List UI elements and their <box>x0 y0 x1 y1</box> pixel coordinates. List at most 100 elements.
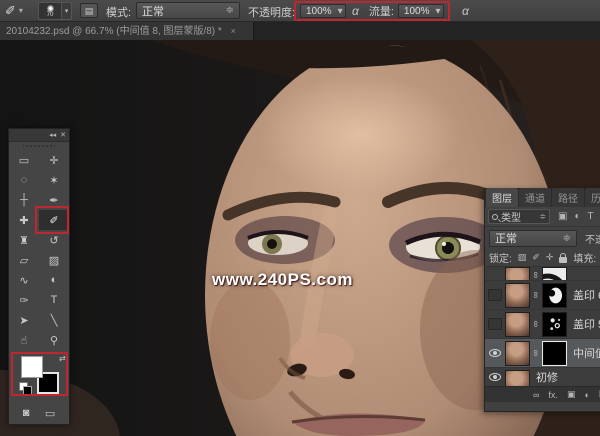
foreground-color-swatch[interactable] <box>21 356 43 378</box>
layer-mask-thumbnail[interactable] <box>542 341 567 366</box>
lock-transparent-icon[interactable]: ▨ <box>518 252 527 263</box>
tool-history-brush[interactable]: ↺ <box>39 230 69 250</box>
tool-move[interactable]: ✛ <box>39 150 69 170</box>
airbrush-opacity-icon[interactable]: α <box>352 4 359 18</box>
flow-label: 流量: <box>369 3 394 19</box>
tool-clone-stamp[interactable]: ♜ <box>9 230 39 250</box>
tool-pen[interactable]: ✑ <box>9 290 39 310</box>
layer-thumbnail[interactable] <box>505 370 530 387</box>
brush-icon: ✐ <box>5 3 16 18</box>
toolbox-grip[interactable] <box>23 143 55 149</box>
clone-stamp-icon: ♜ <box>19 234 29 247</box>
visibility-cell[interactable] <box>485 349 505 357</box>
watermark-text: www.240PS.com <box>212 270 353 290</box>
link-icon: ∞ <box>531 347 541 359</box>
tool-healing-brush[interactable]: ✚ <box>9 210 39 230</box>
layer-mask-thumbnail[interactable] <box>542 312 567 337</box>
layer-thumbnail[interactable] <box>505 267 530 281</box>
current-tool-icon[interactable]: ✐▾ <box>5 3 23 19</box>
spinner-icon: ≑ <box>557 233 571 244</box>
smudge-icon: ∿ <box>19 274 28 287</box>
options-bar: ✐▾ 70 ▾ ▤ 模式: 正常 ≑ 不透明度: 100% ▾ α 流量: 10… <box>0 0 600 22</box>
type-filter-icon[interactable]: T <box>588 211 594 222</box>
tab-layers[interactable]: 图层 <box>486 188 518 207</box>
tool-dodge[interactable]: ◐ <box>39 270 69 290</box>
brush-preset-picker[interactable]: 70 ▾ <box>38 2 72 20</box>
tab-history[interactable]: 历史记录 <box>585 188 600 207</box>
adjustment-filter-icon[interactable]: ◐ <box>574 211 580 222</box>
tool-type[interactable]: T <box>39 290 69 310</box>
tab-channels[interactable]: 通道 <box>519 188 551 207</box>
pixel-filter-icon[interactable]: ▣ <box>558 211 567 222</box>
default-colors-icon[interactable] <box>19 382 28 391</box>
tool-eyedropper[interactable]: ✒ <box>39 190 69 210</box>
link-layers-icon[interactable]: ∞ <box>533 390 539 400</box>
tool-path-select[interactable]: ➤ <box>9 310 39 330</box>
quick-mask-button[interactable]: ◙ <box>23 407 30 419</box>
hand-icon: ☝ <box>21 334 28 347</box>
lock-pixels-icon[interactable]: ✐ <box>532 252 540 263</box>
eye-icon[interactable] <box>489 373 501 381</box>
layer-style-icon[interactable]: fx. <box>548 390 558 400</box>
document-tab[interactable]: 20104232.psd @ 66.7% (中间值 8, 图层蒙版/8) * × <box>0 22 254 40</box>
tool-rect-marquee[interactable]: ▭ <box>9 150 39 170</box>
layer-row-zhongjianzhi[interactable]: ∞ 中间值 <box>485 339 600 368</box>
layer-mask-thumbnail[interactable] <box>542 267 567 281</box>
add-mask-icon[interactable]: ▣ <box>567 389 576 400</box>
chevron-down-icon: ▾ <box>429 6 440 17</box>
flow-dropdown[interactable]: 100% ▾ <box>398 4 444 18</box>
layer-thumbnail[interactable] <box>505 312 530 337</box>
lock-all-icon[interactable] <box>559 257 567 263</box>
swap-colors-icon[interactable]: ⇄ <box>59 354 66 363</box>
tool-line-shape[interactable]: ╲ <box>39 310 69 330</box>
layer-row-chuxiu[interactable]: 初修 <box>485 368 600 386</box>
tab-paths[interactable]: 路径 <box>552 188 584 207</box>
dodge-icon: ◐ <box>51 274 58 286</box>
blend-mode-row: 正常 ≑ 不透明度: <box>485 227 600 249</box>
document-title: 20104232.psd @ 66.7% (中间值 8, 图层蒙版/8) * <box>6 26 222 37</box>
close-panel-icon[interactable]: ✕ <box>60 131 66 139</box>
forehead-highlight <box>260 75 460 195</box>
screen-mode-button[interactable]: ▭ <box>45 407 55 420</box>
layer-row-gaiyin6[interactable]: ∞ 盖印 6 <box>485 281 600 310</box>
opacity-dropdown[interactable]: 100% ▾ <box>300 4 346 18</box>
layer-name[interactable]: 初修 <box>536 369 558 385</box>
tool-lasso[interactable]: ◌ <box>9 170 39 190</box>
layers-panel: 图层 通道 路径 历史记录 类型 ≑ ▣ ◐ T 正常 ≑ 不透明度: <box>484 188 600 412</box>
hidden-eye-checkbox[interactable] <box>488 289 502 301</box>
tool-eraser[interactable]: ▱ <box>9 250 39 270</box>
layer-name[interactable]: 盖印 6 <box>573 287 600 303</box>
layer-mask-thumbnail[interactable] <box>542 283 567 308</box>
tool-hand[interactable]: ☝ <box>9 330 39 350</box>
visibility-cell[interactable] <box>485 373 505 381</box>
tool-crop[interactable]: ┼ <box>9 190 39 210</box>
mode-dropdown[interactable]: 正常 ≑ <box>136 2 240 19</box>
hidden-eye-checkbox[interactable] <box>488 318 502 330</box>
brush-panel-toggle-icon[interactable]: ▤ <box>80 3 98 18</box>
layer-thumbnail[interactable] <box>505 283 530 308</box>
tool-magic-wand[interactable]: ✶ <box>39 170 69 190</box>
visibility-cell[interactable] <box>485 318 505 330</box>
airbrush-toggle-icon[interactable]: α <box>462 4 469 18</box>
visibility-cell[interactable] <box>485 289 505 301</box>
tool-gradient[interactable]: ▨ <box>39 250 69 270</box>
layer-row-partial[interactable]: ∞ <box>485 267 600 281</box>
brush-preset-arrow[interactable]: ▾ <box>62 2 72 20</box>
collapse-panel-icon[interactable]: ◂◂ <box>49 131 56 139</box>
left-eye <box>248 231 308 255</box>
fill-label: 填充: <box>573 250 596 265</box>
eye-icon[interactable] <box>489 349 501 357</box>
chevron-down-icon: ▾ <box>19 6 23 15</box>
lock-position-icon[interactable]: ✛ <box>546 252 554 263</box>
new-adjustment-icon[interactable]: ◐ <box>584 390 589 400</box>
tool-brush[interactable]: ✐ <box>39 210 69 230</box>
layer-name[interactable]: 盖印 5 <box>573 316 600 332</box>
tool-smudge[interactable]: ∿ <box>9 270 39 290</box>
layer-name[interactable]: 中间值 <box>573 345 600 361</box>
layer-row-gaiyin5[interactable]: ∞ 盖印 5 <box>485 310 600 339</box>
layer-thumbnail[interactable] <box>505 341 530 366</box>
blend-mode-dropdown[interactable]: 正常 ≑ <box>489 230 577 247</box>
filter-type-dropdown[interactable]: 类型 ≑ <box>488 209 550 224</box>
tool-zoom[interactable]: ⚲ <box>39 330 69 350</box>
close-tab-icon[interactable]: × <box>231 26 236 36</box>
